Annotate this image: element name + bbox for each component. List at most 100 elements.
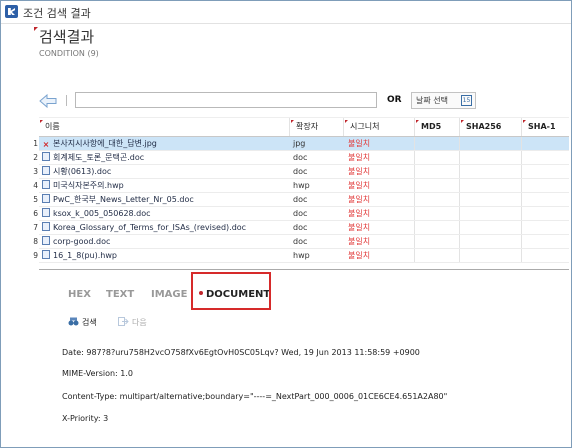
md5-cell xyxy=(414,221,459,234)
file-name: ksox_k_005_050628.doc xyxy=(53,209,151,218)
table-row[interactable]: 5 PwC_한국부_News_Letter_Nr_05.doc doc 불일치 xyxy=(33,193,569,207)
file-extension-cell: doc xyxy=(293,195,308,204)
md5-cell xyxy=(414,165,459,178)
column-header-sha1[interactable]: SHA-1 xyxy=(521,118,569,136)
doc-file-icon xyxy=(42,222,50,231)
row-number: 7 xyxy=(33,223,38,232)
binoculars-icon xyxy=(68,317,79,326)
signature-status-cell: 불일치 xyxy=(348,209,371,218)
signature-status-cell: 불일치 xyxy=(348,153,371,162)
sha1-cell xyxy=(521,249,569,262)
file-name-cell[interactable]: ksox_k_005_050628.doc xyxy=(39,207,289,220)
signature-status-cell: 불일치 xyxy=(348,167,371,176)
row-number: 5 xyxy=(33,195,38,204)
table-row[interactable]: 1 × 본사지시사항에_대한_답변.jpg jpg 불일치 xyxy=(33,137,569,151)
sha256-cell xyxy=(459,137,521,150)
signature-status-cell: 불일치 xyxy=(348,237,371,246)
file-extension-cell: doc xyxy=(293,153,308,162)
table-row[interactable]: 9 16_1_8(pu).hwp hwp 불일치 xyxy=(33,249,569,263)
column-header-signature[interactable]: 시그니처 xyxy=(343,118,414,136)
signature-status-cell: 불일치 xyxy=(348,223,371,232)
file-name: 회계제도_토론_문택곤.doc xyxy=(53,153,145,162)
row-number: 8 xyxy=(33,237,38,246)
file-name-cell[interactable]: 미국식자본주의.hwp xyxy=(39,179,289,192)
column-header-name[interactable]: 이름 xyxy=(39,118,289,136)
file-extension-cell: doc xyxy=(293,209,308,218)
signature-status-cell: 불일치 xyxy=(348,139,371,148)
sha256-cell xyxy=(459,193,521,206)
sha256-cell xyxy=(459,221,521,234)
row-number: 6 xyxy=(33,209,38,218)
file-name: Korea_Glossary_of_Terms_for_ISAs_(revise… xyxy=(53,223,247,232)
sha256-cell xyxy=(459,165,521,178)
tab-image[interactable]: IMAGE xyxy=(151,289,187,300)
signature-status-cell: 불일치 xyxy=(348,251,371,260)
toolbar-divider xyxy=(66,95,67,106)
column-header-extension[interactable]: 확장자 xyxy=(289,118,343,136)
hwp-file-icon xyxy=(42,180,50,189)
sha1-cell xyxy=(521,137,569,150)
signature-status-cell: 불일치 xyxy=(348,195,371,204)
column-header-sha256[interactable]: SHA256 xyxy=(459,118,521,136)
column-header-md5[interactable]: MD5 xyxy=(414,118,459,136)
md5-cell xyxy=(414,151,459,164)
md5-cell xyxy=(414,249,459,262)
sha1-cell xyxy=(521,235,569,248)
page-title: 검색결과 xyxy=(33,27,95,46)
file-name-cell[interactable]: × 본사지시사항에_대한_답변.jpg xyxy=(39,137,289,150)
file-name-cell[interactable]: Korea_Glossary_of_Terms_for_ISAs_(revise… xyxy=(39,221,289,234)
sha256-cell xyxy=(459,235,521,248)
document-line-mime: MIME-Version: 1.0 xyxy=(62,369,134,378)
sha256-cell xyxy=(459,179,521,192)
app-icon xyxy=(5,5,18,18)
table-row[interactable]: 7 Korea_Glossary_of_Terms_for_ISAs_(revis… xyxy=(33,221,569,235)
md5-cell xyxy=(414,193,459,206)
table-row[interactable]: 6 ksox_k_005_050628.doc doc 불일치 xyxy=(33,207,569,221)
file-name-cell[interactable]: PwC_한국부_News_Letter_Nr_05.doc xyxy=(39,193,289,206)
file-name: 미국식자본주의.hwp xyxy=(53,181,124,190)
next-arrow-icon xyxy=(118,317,129,326)
search-input[interactable] xyxy=(75,92,377,108)
file-name-cell[interactable]: corp-good.doc xyxy=(39,235,289,248)
file-name: 시황(0613).doc xyxy=(53,167,112,176)
page-subtitle: CONDITION (9) xyxy=(39,49,99,58)
viewer-tabs: HEX TEXT IMAGE DOCUMENT xyxy=(56,272,516,311)
document-line-date: Date: 987?8?uru758H2vcO758fXv6EgtOvH0SC0… xyxy=(62,348,420,357)
sha1-cell xyxy=(521,193,569,206)
calendar-icon: 15 xyxy=(461,95,472,106)
sha256-cell xyxy=(459,151,521,164)
file-name-cell[interactable]: 시황(0613).doc xyxy=(39,165,289,178)
tab-hex[interactable]: HEX xyxy=(68,289,91,300)
file-name: 본사지시사항에_대한_답변.jpg xyxy=(53,139,157,148)
date-select-label: 날짜 선택 xyxy=(416,96,448,105)
tab-text[interactable]: TEXT xyxy=(106,289,134,300)
sha1-cell xyxy=(521,179,569,192)
grid-body: 1 × 본사지시사항에_대한_답변.jpg jpg 불일치 2 회계제도_토론_문택곤.do… xyxy=(33,137,569,263)
md5-cell xyxy=(414,235,459,248)
grid-header: 이름 확장자 시그니처 MD5 SHA256 SHA-1 xyxy=(39,117,569,137)
file-name: corp-good.doc xyxy=(53,237,111,246)
date-select-button[interactable]: 날짜 선택 15 xyxy=(411,92,476,109)
back-arrow-icon[interactable] xyxy=(39,93,57,109)
table-row[interactable]: 3 시황(0613).doc doc 불일치 xyxy=(33,165,569,179)
file-name-cell[interactable]: 회계제도_토론_문택곤.doc xyxy=(39,151,289,164)
results-grid: 이름 확장자 시그니처 MD5 SHA256 SHA-1 1 × 본사지시사항에_대… xyxy=(33,117,569,263)
pane-splitter[interactable] xyxy=(39,269,569,270)
sha256-cell xyxy=(459,207,521,220)
table-row[interactable]: 4 미국식자본주의.hwp hwp 불일치 xyxy=(33,179,569,193)
row-number: 4 xyxy=(33,181,38,190)
file-extension-cell: jpg xyxy=(293,139,306,148)
next-button[interactable]: 다음 xyxy=(118,317,147,328)
doc-file-icon xyxy=(42,152,50,161)
table-row[interactable]: 8 corp-good.doc doc 불일치 xyxy=(33,235,569,249)
table-row[interactable]: 2 회계제도_토론_문택곤.doc doc 불일치 xyxy=(33,151,569,165)
file-name-cell[interactable]: 16_1_8(pu).hwp xyxy=(39,249,289,262)
search-button[interactable]: 검색 xyxy=(68,317,97,328)
sha1-cell xyxy=(521,207,569,220)
file-extension-cell: hwp xyxy=(293,181,310,190)
search-button-label: 검색 xyxy=(82,318,97,327)
hwp-file-icon xyxy=(42,250,50,259)
document-line-content-type: Content-Type: multipart/alternative;boun… xyxy=(62,392,448,401)
search-toolbar: OR 날짜 선택 15 xyxy=(39,92,569,110)
window-title: 조건 검색 결과 xyxy=(23,7,91,20)
